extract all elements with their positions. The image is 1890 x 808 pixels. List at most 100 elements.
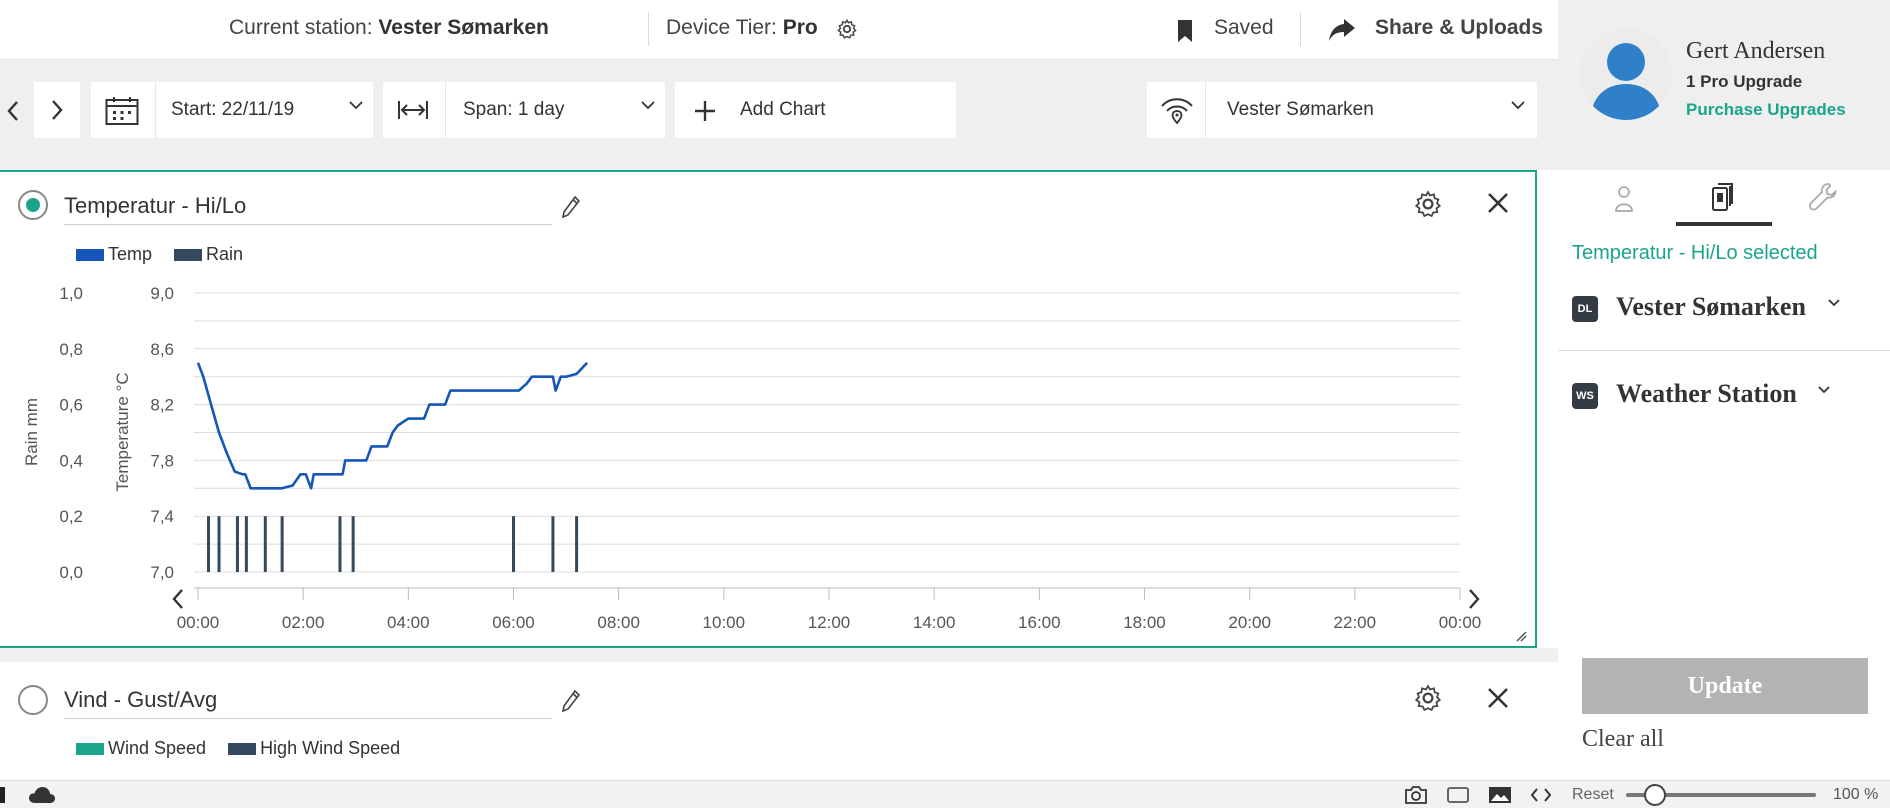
wrench-icon [1808, 183, 1837, 211]
rain-axis-tick-label: 0,8 [59, 340, 83, 359]
temp-axis-tick-label: 7,0 [150, 563, 174, 582]
resize-handle-icon[interactable] [1515, 630, 1527, 642]
rain-axis-tick-label: 0,0 [59, 563, 83, 582]
image-icon[interactable] [1488, 786, 1512, 804]
add-chart-label: Add Chart [740, 99, 826, 120]
x-axis-tick-label: 12:00 [808, 613, 851, 632]
start-date-label: Start: 22/11/19 [171, 99, 295, 120]
temp-series-line[interactable] [196, 361, 589, 490]
start-date-select[interactable]: Start: 22/11/19 [91, 82, 373, 138]
saved-button[interactable]: Saved [1214, 16, 1274, 40]
x-axis-tick-label: 18:00 [1123, 613, 1166, 632]
wifi-location-icon [1161, 98, 1193, 125]
zoom-reset-button[interactable]: Reset [1572, 786, 1614, 804]
user-avatar-icon [1590, 43, 1662, 120]
temp-axis-tick-label: 7,4 [150, 507, 174, 526]
x-axis-tick-label: 02:00 [282, 613, 325, 632]
temp-axis-title: Temperature °C [113, 372, 132, 491]
next-period-button[interactable] [34, 82, 80, 138]
chevron-down-icon [1511, 101, 1525, 110]
share-uploads-button[interactable]: Share & Uploads [1375, 16, 1543, 40]
span-label: Span: 1 day [463, 99, 565, 120]
chart-panel-temperature[interactable]: Temperatur - Hi/Lo Temp Rain 1,0 0,8 0,6 0,… [0, 170, 1537, 648]
temp-axis-tick-label: 8,6 [150, 340, 174, 359]
chart-toolbar: Start: 22/11/19 Span: 1 day Add Chart Ve… [0, 60, 1558, 170]
top-header: Current station: Vester Sømarken Device … [0, 0, 1558, 60]
chart-panel-wind[interactable]: Vind - Gust/Avg Wind Speed High Wind Spe… [0, 662, 1537, 780]
chevron-right-icon [52, 100, 63, 120]
x-axis-tick-label: 04:00 [387, 613, 430, 632]
tree-item-datalogger[interactable]: DL Vester Sømarken [1572, 290, 1862, 330]
rain-axis-tick-label: 0,2 [59, 507, 83, 526]
temp-axis-tick-label: 9,0 [150, 284, 174, 303]
plus-icon [695, 101, 715, 121]
header-divider [648, 12, 649, 46]
device-tier: Device Tier: Pro [666, 16, 818, 39]
cloud-icon[interactable] [28, 786, 56, 804]
chart-title[interactable]: Vind - Gust/Avg [64, 687, 217, 713]
station-select-label: Vester Sømarken [1227, 99, 1374, 120]
span-select[interactable]: Span: 1 day [383, 82, 665, 138]
zoom-slider-handle[interactable] [1643, 784, 1666, 806]
chart-scroll-left-icon[interactable] [170, 588, 186, 610]
current-station: Current station: Vester Sømarken [229, 16, 549, 39]
span-arrows-icon [398, 101, 428, 119]
share-icon [1329, 19, 1355, 41]
x-axis-tick-label: 08:00 [597, 613, 640, 632]
rain-axis-tick-label: 0,6 [59, 396, 83, 415]
calendar-icon [105, 97, 139, 125]
rain-axis-tick-label: 1,0 [59, 284, 83, 303]
add-chart-button[interactable]: Add Chart [675, 82, 956, 138]
rain-axis-tick-label: 0,4 [59, 451, 83, 470]
tab-devices[interactable] [1676, 170, 1772, 226]
x-axis-tick-label: 16:00 [1018, 613, 1061, 632]
user-profile: Gert Andersen 1 Pro Upgrade Purchase Upg… [1558, 0, 1890, 170]
code-icon[interactable] [1530, 786, 1552, 804]
datalogger-badge: DL [1572, 296, 1598, 322]
device-tier-value: Pro [782, 16, 818, 39]
x-axis-tick-label: 20:00 [1228, 613, 1271, 632]
zoom-value: 100 % [1833, 786, 1879, 803]
tree-item-label: Weather Station [1616, 379, 1797, 408]
current-station-name: Vester Sømarken [378, 16, 549, 39]
device-icon [1712, 183, 1733, 211]
chart-legend: Wind Speed High Wind Speed [76, 738, 400, 759]
tree-item-weather-station[interactable]: WS Weather Station [1572, 377, 1862, 417]
window-icon[interactable] [1446, 786, 1470, 804]
x-axis-tick-label: 14:00 [913, 613, 956, 632]
chevron-down-icon [1828, 299, 1840, 307]
x-axis-tick-label: 10:00 [703, 613, 746, 632]
tree-item-label: Vester Sømarken [1616, 292, 1806, 321]
right-sidebar: Gert Andersen 1 Pro Upgrade Purchase Upg… [1558, 0, 1890, 780]
status-bar: Reset 100 % [0, 780, 1890, 808]
clear-all-link[interactable]: Clear all [1582, 726, 1664, 753]
avatar[interactable] [1580, 28, 1672, 120]
chevron-down-icon [349, 101, 363, 110]
upgrade-count: 1 Pro Upgrade [1686, 72, 1803, 91]
temp-axis-tick-label: 8,2 [150, 396, 174, 415]
edit-pencil-icon[interactable] [562, 690, 580, 712]
chart-select-radio[interactable] [18, 685, 48, 715]
close-chart-icon[interactable] [1487, 687, 1509, 709]
weather-station-badge: WS [1572, 383, 1598, 409]
chevron-left-icon[interactable] [6, 100, 20, 122]
user-outline-icon [1615, 186, 1633, 212]
header-divider [1300, 12, 1301, 46]
rain-axis-title: Rain mm [22, 398, 41, 466]
panel-toggle-icon[interactable] [0, 787, 5, 803]
legend-item-wind-speed[interactable]: Wind Speed [76, 738, 206, 759]
user-name: Gert Andersen [1686, 38, 1826, 64]
tab-user[interactable] [1576, 170, 1672, 226]
chart-settings-gear-icon[interactable] [1413, 683, 1443, 713]
x-axis-tick-label: 06:00 [492, 613, 535, 632]
purchase-upgrades-link[interactable]: Purchase Upgrades [1686, 100, 1846, 120]
tab-tools[interactable] [1776, 170, 1872, 226]
legend-item-high-wind-speed[interactable]: High Wind Speed [228, 738, 400, 759]
station-select[interactable]: Vester Sømarken [1147, 82, 1537, 138]
chevron-down-icon [641, 101, 655, 110]
chart-scroll-right-icon[interactable] [1466, 588, 1482, 610]
camera-icon[interactable] [1404, 786, 1428, 804]
temperature-chart[interactable]: 1,0 0,8 0,6 0,4 0,2 0,0 9,0 8,6 8,2 7,8 7,4 7,0 Rain… [0, 172, 1535, 646]
tier-settings-icon[interactable] [836, 18, 858, 40]
update-button[interactable]: Update [1582, 658, 1868, 714]
